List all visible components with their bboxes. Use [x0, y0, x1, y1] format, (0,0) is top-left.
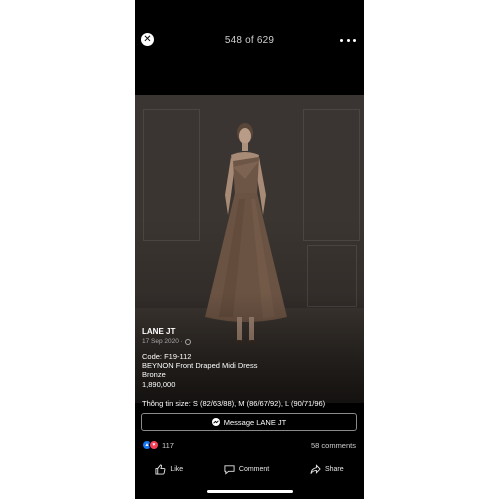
description-line: BEYNON Front Draped Midi Dress: [142, 361, 258, 371]
photo-viewer: ✕ 548 of 629 LANE JT 17 Sep 2020 · Code:…: [135, 0, 364, 499]
thumbs-up-icon: [155, 463, 166, 475]
description-line: 1,890,000: [142, 379, 176, 389]
post-date: 17 Sep 2020 ·: [142, 338, 183, 345]
post-caption: LANE JT 17 Sep 2020 · Code: F19-112 BEYN…: [142, 327, 357, 408]
reactions-summary[interactable]: ▲ ♥ 117: [142, 440, 174, 450]
globe-icon: [184, 338, 191, 345]
like-button[interactable]: Like: [155, 463, 184, 475]
action-bar: Like Comment Share: [135, 460, 364, 478]
home-indicator: [207, 490, 293, 493]
comment-icon: [224, 464, 235, 475]
photo-counter: 548 of 629: [224, 35, 275, 46]
post-description: Code: F19-112 BEYNON Front Draped Midi D…: [142, 352, 357, 389]
like-label: Like: [170, 465, 184, 473]
page-name[interactable]: LANE JT: [142, 327, 357, 336]
share-label: Share: [324, 465, 344, 473]
love-reaction-icon: ♥: [149, 440, 159, 450]
comments-count[interactable]: 58 comments: [311, 441, 356, 450]
description-line: Bronze: [142, 370, 166, 380]
share-icon: [310, 463, 321, 474]
messenger-icon: [211, 418, 220, 426]
message-page-button[interactable]: Message LANE JT: [141, 413, 357, 431]
comment-label: Comment: [238, 465, 270, 473]
comment-button[interactable]: Comment: [224, 464, 269, 475]
message-button-label: Message LANE JT: [223, 417, 287, 427]
share-button[interactable]: Share: [310, 463, 344, 475]
more-dots-icon[interactable]: [340, 34, 356, 46]
size-info: Thông tin size: S (82/63/88), M (86/67/9…: [142, 398, 326, 408]
post-meta: 17 Sep 2020 ·: [142, 338, 357, 345]
reactions-count: 117: [162, 440, 174, 450]
viewer-top-bar: ✕ 548 of 629: [135, 0, 364, 95]
description-line: Code: F19-112: [142, 352, 192, 361]
